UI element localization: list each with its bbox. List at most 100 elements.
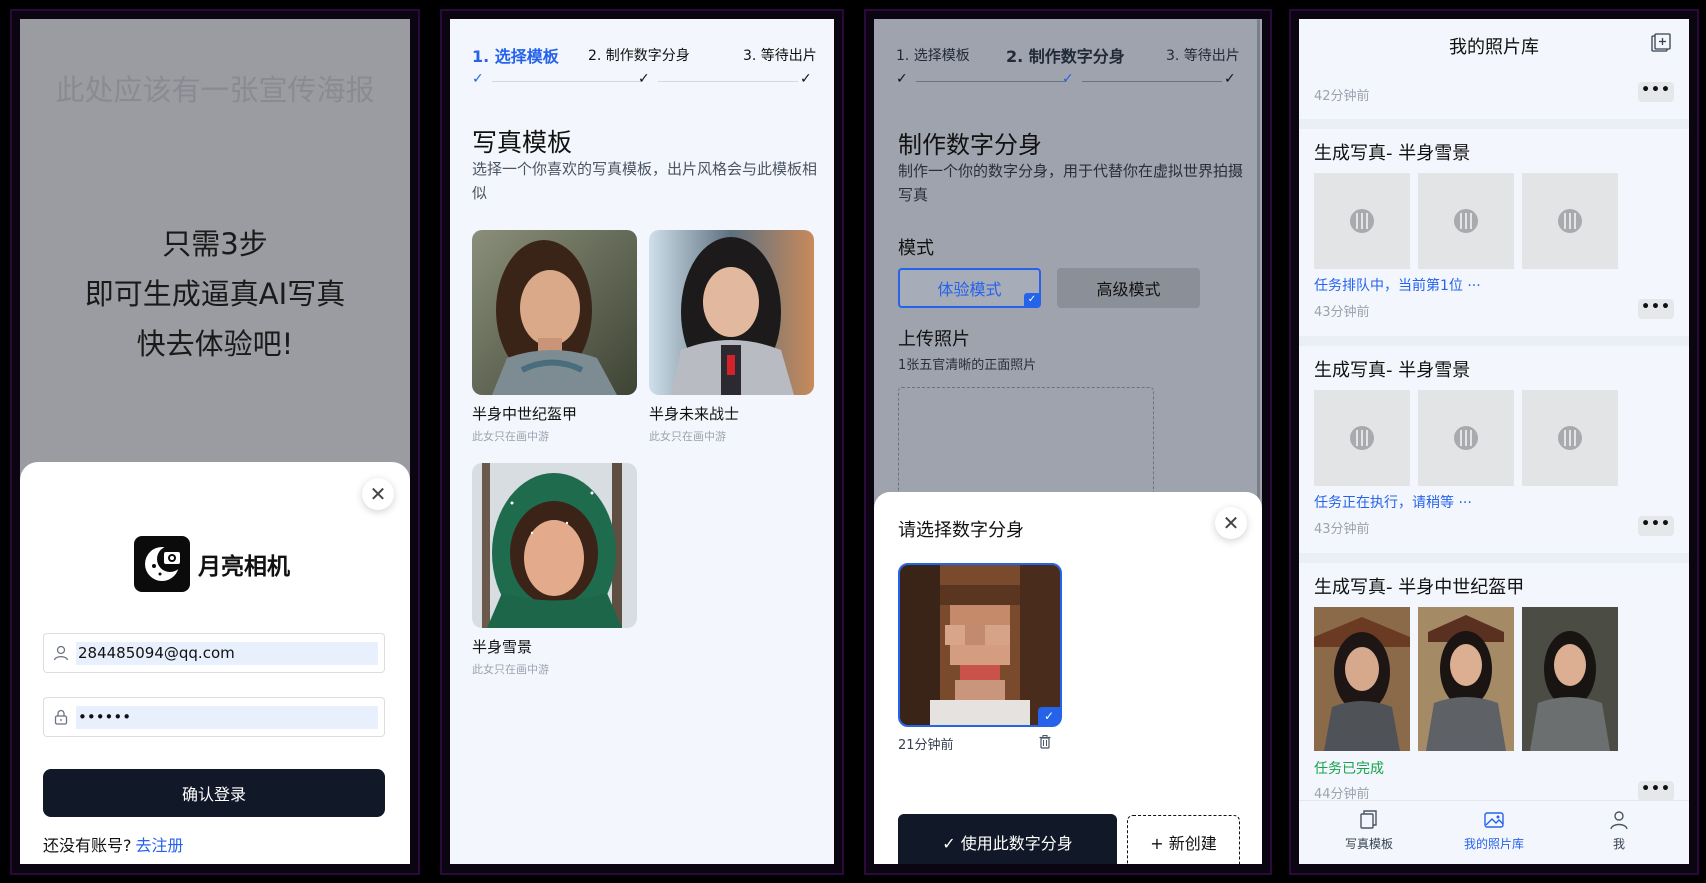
templates-screen: 1. 选择模板 2. 制作数字分身 3. 等待出片 ✓ ✓ ✓ 写真模板 选择一… xyxy=(450,19,834,864)
user-icon xyxy=(53,645,69,661)
slogan-line-2: 即可生成逼真AI写真 xyxy=(84,277,346,311)
more-button[interactable]: ••• xyxy=(1638,516,1674,536)
upload-label: 上传照片 xyxy=(898,329,970,350)
brand: 月亮相机 xyxy=(134,536,290,592)
step-1-label[interactable]: 1. 选择模板 xyxy=(472,43,559,67)
divider xyxy=(1299,119,1689,129)
step-1-label[interactable]: 1. 选择模板 xyxy=(896,45,970,65)
placeholder-image-icon xyxy=(1522,173,1618,269)
step-2-check-icon: ✓ xyxy=(1062,71,1074,87)
avatar-time: 21分钟前 xyxy=(898,738,954,753)
task-time: 43分钟前 xyxy=(1314,522,1370,537)
mode-label: 模式 xyxy=(898,238,934,259)
register-link[interactable]: 去注册 xyxy=(136,836,184,855)
trash-icon[interactable] xyxy=(1038,734,1052,750)
moon-logo-icon xyxy=(134,536,190,592)
template-name: 半身雪景 xyxy=(472,638,533,656)
task-title: 生成写真- 半身雪景 xyxy=(1314,143,1471,164)
email-value[interactable]: 284485094@qq.com xyxy=(76,642,378,665)
close-icon: ✕ xyxy=(369,482,387,506)
close-button[interactable]: ✕ xyxy=(1215,507,1247,539)
tab-profile[interactable]: 我 xyxy=(1559,809,1679,852)
selected-check-icon: ✓ xyxy=(1038,707,1060,725)
login-screen: 此处应该有一张宣传海报 只需3步 即可生成逼真AI写真 快去体验吧! ✕ 月亮相… xyxy=(20,19,410,864)
slogan-line-1: 只需3步 xyxy=(162,227,268,261)
step-3-label[interactable]: 3. 等待出片 xyxy=(743,45,817,65)
placeholder-image-icon xyxy=(1314,173,1410,269)
step-2-label[interactable]: 2. 制作数字分身 xyxy=(588,45,690,65)
register-prompt-text: 还没有账号? xyxy=(43,836,132,855)
task-status: 任务已完成 xyxy=(1314,761,1384,777)
add-photo-icon[interactable] xyxy=(1651,33,1671,53)
template-card[interactable]: 半身雪景 此女只在画中游 xyxy=(472,463,637,677)
more-button[interactable]: ••• xyxy=(1638,82,1674,102)
result-photo[interactable] xyxy=(1418,607,1514,751)
password-field[interactable]: •••••• xyxy=(43,697,385,737)
task-title: 生成写真- 半身中世纪盔甲 xyxy=(1314,577,1525,598)
placeholder-image-icon xyxy=(1418,173,1514,269)
brand-name: 月亮相机 xyxy=(198,554,290,580)
avatar-select-sheet: 请选择数字分身 ✕ ✓ 21分钟前 ✓ 使用此数字分身 + 新创建 xyxy=(874,492,1262,864)
result-photo[interactable] xyxy=(1314,607,1410,751)
library-screen: 我的照片库 42分钟前 ••• 生成写真- 半身雪景 任务排队中，当前第1位 ·… xyxy=(1299,19,1689,864)
step-line xyxy=(492,81,642,82)
template-card[interactable]: 半身未来战士 此女只在画中游 xyxy=(649,230,814,444)
template-card[interactable]: 半身中世纪盔甲 此女只在画中游 xyxy=(472,230,637,444)
task-time: 43分钟前 xyxy=(1314,305,1370,320)
page-title: 我的照片库 xyxy=(1449,37,1539,58)
bottom-tab-bar: 写真模板 我的照片库 我 xyxy=(1299,800,1689,864)
close-button[interactable]: ✕ xyxy=(362,478,394,510)
step-1-check-icon: ✓ xyxy=(472,71,484,87)
tab-templates[interactable]: 写真模板 xyxy=(1309,809,1429,852)
tab-label: 写真模板 xyxy=(1344,837,1393,851)
top-bar: 我的照片库 xyxy=(1299,19,1689,65)
email-field[interactable]: 284485094@qq.com xyxy=(43,633,385,673)
avatar-screen: 1. 选择模板 2. 制作数字分身 3. 等待出片 ✓ ✓ ✓ 制作数字分身 制… xyxy=(874,19,1262,864)
more-button[interactable]: ••• xyxy=(1638,299,1674,319)
sheet-title: 请选择数字分身 xyxy=(898,520,1024,541)
selected-check-icon: ✓ xyxy=(1024,293,1040,307)
use-avatar-button[interactable]: ✓ 使用此数字分身 xyxy=(898,814,1117,864)
page-description: 制作一个你的数字分身，用于代替你在虚拟世界拍摄写真 xyxy=(898,162,1244,204)
template-note: 此女只在画中游 xyxy=(472,430,549,443)
step-indicator: 1. 选择模板 2. 制作数字分身 3. 等待出片 ✓ ✓ ✓ xyxy=(472,41,817,91)
divider xyxy=(1299,553,1689,563)
poster-placeholder: 此处应该有一张宣传海报 xyxy=(55,73,375,107)
mode-trial-label: 体验模式 xyxy=(937,280,1002,299)
avatar-image xyxy=(900,565,1060,725)
step-line xyxy=(916,81,1066,82)
template-image-snow xyxy=(472,463,637,628)
placeholder-image-icon xyxy=(1314,390,1410,486)
login-sheet: ✕ 月亮相机 284485094@qq.com •••••• 确认登录 还没有账… xyxy=(20,462,410,864)
more-button[interactable]: ••• xyxy=(1638,781,1674,801)
task-time: 42分钟前 xyxy=(1314,89,1370,104)
mode-trial-button[interactable]: 体验模式 ✓ xyxy=(898,268,1041,308)
tab-label: 我 xyxy=(1612,837,1625,851)
step-1-check-icon: ✓ xyxy=(896,71,908,87)
divider xyxy=(1299,336,1689,346)
page-description: 选择一个你喜欢的写真模板，出片风格会与此模板相似 xyxy=(472,160,818,202)
task-title: 生成写真- 半身雪景 xyxy=(1314,360,1471,381)
slogan: 只需3步 即可生成逼真AI写真 快去体验吧! xyxy=(20,219,410,369)
slogan-line-3: 快去体验吧! xyxy=(136,327,294,361)
step-indicator: 1. 选择模板 2. 制作数字分身 3. 等待出片 ✓ ✓ ✓ xyxy=(896,41,1240,91)
template-image-warrior xyxy=(649,230,814,395)
login-button[interactable]: 确认登录 xyxy=(43,769,385,817)
step-2-label[interactable]: 2. 制作数字分身 xyxy=(1006,43,1125,67)
mode-advanced-button[interactable]: 高级模式 xyxy=(1057,268,1200,308)
tab-label: 我的照片库 xyxy=(1463,837,1524,851)
placeholder-image-icon xyxy=(1418,390,1514,486)
lock-icon xyxy=(54,709,68,725)
step-3-label[interactable]: 3. 等待出片 xyxy=(1166,45,1240,65)
avatar-card[interactable]: ✓ xyxy=(898,563,1062,727)
tab-library[interactable]: 我的照片库 xyxy=(1434,809,1554,852)
template-image-armor xyxy=(472,230,637,395)
close-icon: ✕ xyxy=(1222,511,1240,535)
task-status: 任务排队中，当前第1位 ··· xyxy=(1314,278,1481,294)
new-avatar-button[interactable]: + 新创建 xyxy=(1127,815,1240,864)
result-photo[interactable] xyxy=(1522,607,1618,751)
templates-icon xyxy=(1360,810,1377,829)
task-status: 任务正在执行，请稍等 ··· xyxy=(1314,495,1472,511)
register-prompt: 还没有账号? 去注册 xyxy=(43,832,184,856)
password-value[interactable]: •••••• xyxy=(76,706,378,729)
